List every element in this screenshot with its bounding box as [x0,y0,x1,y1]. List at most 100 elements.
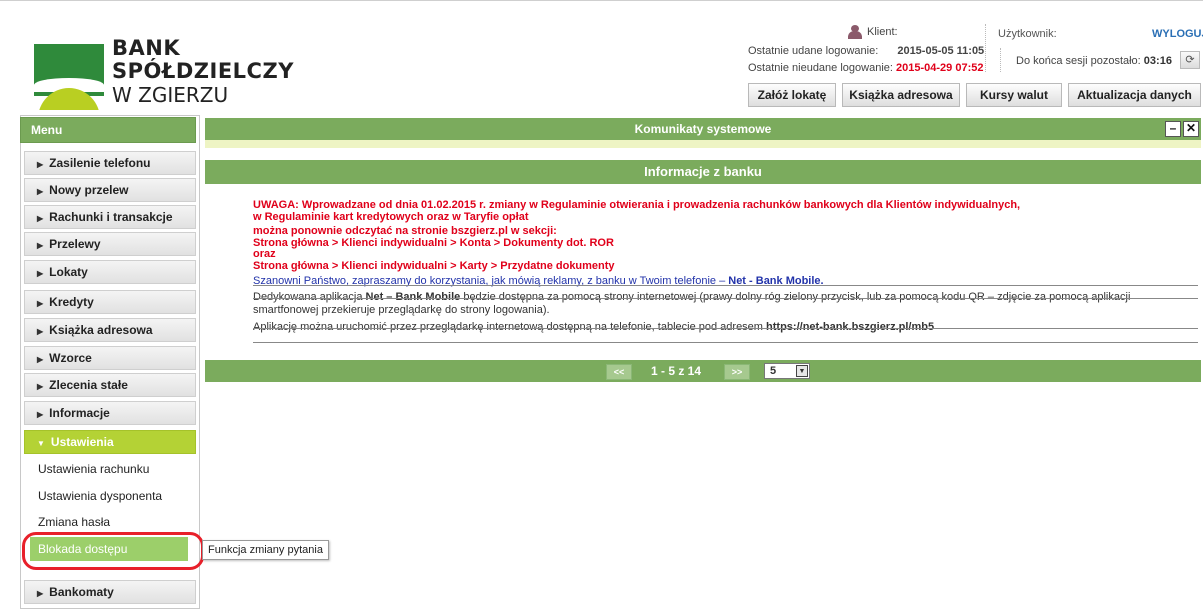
last-login-label: Ostatnie udane logowanie: [748,45,879,57]
chevron-down-icon: ▼ [37,439,45,448]
tooltip: Funkcja zmiany pytania [202,540,329,560]
menu-item-label: Wzorce [49,351,92,365]
menu-item-wzorce[interactable]: ▶ Wzorce [24,346,196,370]
menu-item-zasilenie-telefonu[interactable]: ▶ Zasilenie telefonu [24,151,196,175]
last-failed-login-label: Ostatnie nieudane logowanie: [748,62,893,74]
submenu-ustawienia-rachunku[interactable]: Ustawienia rachunku [38,462,149,476]
menu-item-kredyty[interactable]: ▶ Kredyty [24,290,196,314]
logo-line-2: SPÓŁDZIELCZY [112,59,294,83]
bank-logo[interactable]: BANK SPÓŁDZIELCZY W ZGIERZU [34,38,293,110]
notice-line: można ponownie odczytać na stronie bszgi… [253,225,557,237]
session-label: Do końca sesji pozostało: [1016,55,1141,67]
last-login-row: Ostatnie udane logowanie: 2015-05-05 11:… [748,45,984,57]
chevron-right-icon: ▶ [37,187,44,196]
client-label: Klient: [867,26,898,38]
notice-line: Strona główna > Klienci indywidualni > K… [253,236,614,249]
chevron-right-icon: ▶ [37,269,44,278]
session-value: 03:16 [1143,55,1172,67]
logout-link[interactable]: WYLOGUJ [1152,28,1203,40]
last-failed-login-date: 2015-04-29 07:52 [896,62,984,74]
chevron-right-icon: ▶ [37,355,44,364]
submenu-ustawienia-dysponenta[interactable]: Ustawienia dysponenta [38,489,162,503]
header-divider [985,24,986,72]
menu-item-label: Przelewy [49,237,101,251]
per-page-select[interactable]: 5 ▼ [764,363,810,379]
highlight-annotation [22,532,204,570]
chevron-right-icon: ▶ [37,160,44,169]
menu-item-label: Zlecenia stałe [49,378,128,392]
notice-line: w Regulaminie kart kredytowych oraz w Ta… [253,210,529,223]
bank-info-header: Informacje z banku [205,160,1201,184]
update-data-button[interactable]: Aktualizacja danych [1068,83,1201,107]
open-deposit-button[interactable]: Załóż lokatę [748,83,836,107]
logo-line-3: W ZGIERZU [112,83,229,107]
pagination-text: 1 - 5 z 14 [651,364,702,378]
divider [253,285,1198,286]
last-failed-login-row: Ostatnie nieudane logowanie: 2015-04-29 … [748,62,983,74]
logo-line-1: BANK [112,36,181,60]
session-divider [1000,48,1001,72]
app-url-text: Aplikację można uruchomić przez przegląd… [253,321,767,333]
mobile-app-url-line: Aplikację można uruchomić przez przegląd… [253,321,1198,333]
close-button[interactable]: ✕ [1183,121,1199,137]
menu-item-label: Rachunki i transakcje [49,210,173,224]
chevron-right-icon: ▶ [37,410,44,419]
menu-item-przelewy[interactable]: ▶ Przelewy [24,232,196,256]
menu-item-nowy-przelew[interactable]: ▶ Nowy przelew [24,178,196,202]
divider [253,342,1198,343]
menu-header: Menu [20,117,196,143]
divider [253,328,1198,329]
menu-item-ustawienia[interactable]: ▼ Ustawienia [24,430,196,454]
logo-text: BANK SPÓŁDZIELCZY W ZGIERZU [112,36,294,107]
system-messages-body [205,140,1201,148]
logo-mark [34,44,104,110]
menu-item-lokaty[interactable]: ▶ Lokaty [24,260,196,284]
notice-line: Strona główna > Klienci indywidualni > K… [253,259,615,272]
app-desc-text: Dedykowana aplikacja [253,291,366,303]
menu-item-label: Kredyty [49,295,94,309]
chevron-right-icon: ▶ [37,299,44,308]
next-page-button[interactable]: >> [724,364,750,380]
user-label: Użytkownik: [998,28,1057,40]
exchange-rates-button[interactable]: Kursy walut [966,83,1062,107]
user-icon [848,25,864,39]
notice-line: UWAGA: Wprowadzane od dnia 01.02.2015 r.… [253,199,1021,211]
menu-item-informacje[interactable]: ▶ Informacje [24,401,196,425]
menu-item-rachunki[interactable]: ▶ Rachunki i transakcje [24,205,196,229]
chevron-down-icon: ▼ [796,365,808,377]
chevron-right-icon: ▶ [37,382,44,391]
minimize-button[interactable]: – [1165,121,1181,137]
submenu-zmiana-hasla[interactable]: Zmiana hasła [38,515,110,529]
menu-item-ksiazka-adresowa[interactable]: ▶ Książka adresowa [24,318,196,342]
prev-page-button[interactable]: << [606,364,632,380]
menu-item-label: Informacje [49,406,110,420]
refresh-session-button[interactable]: ⟳ [1180,51,1200,69]
divider [253,298,1198,299]
app-desc-name: Net – Bank Mobile [365,291,461,303]
pagination-bar [205,360,1201,382]
menu-item-label: Lokaty [49,265,88,279]
chevron-right-icon: ▶ [37,241,44,250]
menu-item-label: Książka adresowa [49,323,153,337]
system-messages-header: Komunikaty systemowe [205,118,1201,140]
notice-line: oraz [253,248,276,260]
menu-item-label: Nowy przelew [49,183,129,197]
mobile-app-description: Dedykowana aplikacja Net – Bank Mobile b… [253,291,1198,317]
menu-item-label: Zasilenie telefonu [49,156,151,170]
session-timer: Do końca sesji pozostało: 03:16 [1016,55,1172,67]
close-icon: ✕ [1185,121,1197,135]
menu-item-label: Bankomaty [49,585,114,599]
menu-item-bankomaty[interactable]: ▶ Bankomaty [24,580,196,604]
chevron-right-icon: ▶ [37,214,44,223]
address-book-button[interactable]: Książka adresowa [842,83,960,107]
chevron-right-icon: ▶ [37,589,44,598]
per-page-value: 5 [770,365,777,377]
bank-info-content: UWAGA: Wprowadzane od dnia 01.02.2015 r.… [253,199,1198,333]
refresh-icon: ⟳ [1185,54,1195,66]
menu-item-zlecenia-stale[interactable]: ▶ Zlecenia stałe [24,373,196,397]
minimize-icon: – [1169,121,1177,135]
menu-item-label: Ustawienia [50,435,114,449]
chevron-right-icon: ▶ [37,327,44,336]
top-border [0,0,1203,1]
app-url-link[interactable]: https://net-bank.bszgierz.pl/mb5 [766,321,934,333]
